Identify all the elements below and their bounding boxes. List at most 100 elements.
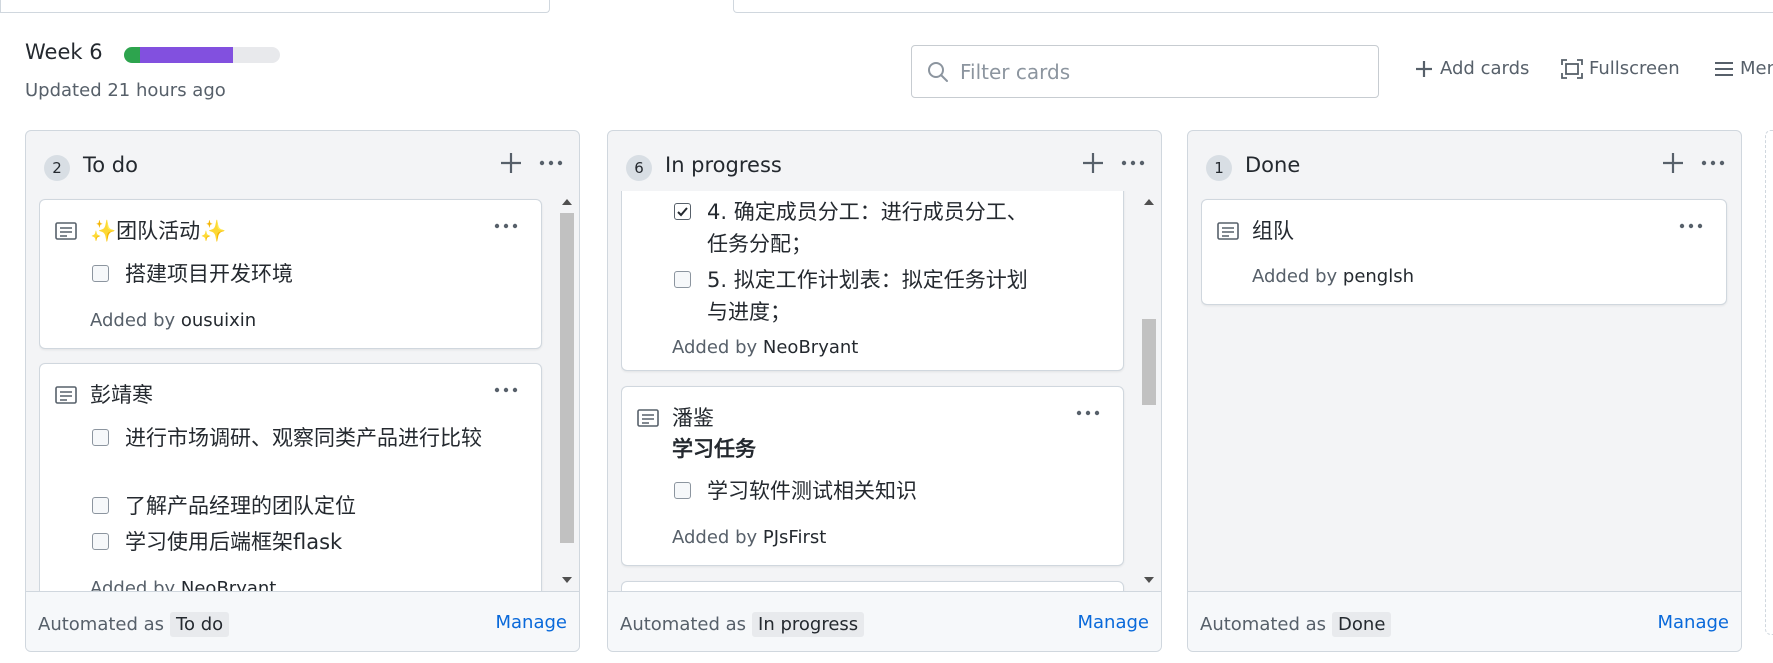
card[interactable]: 潘鉴 学习任务 学习软件测试相关知识 Added by PJsFirst <box>621 386 1124 566</box>
added-by-user[interactable]: penglsh <box>1343 266 1414 287</box>
scroll-up-icon[interactable] <box>562 199 572 205</box>
task-checkbox[interactable] <box>92 429 109 446</box>
task-item: 搭建项目开发环境 <box>92 258 492 290</box>
task-checkbox[interactable] <box>674 271 691 288</box>
automated-label: Automated as <box>1200 614 1327 635</box>
fullscreen-button[interactable]: Fullscreen <box>1561 58 1680 79</box>
task-text: 学习使用后端框架flask <box>125 530 343 554</box>
menu-button[interactable]: Men <box>1714 58 1773 79</box>
card-added-by: Added by NeoBryant <box>672 337 858 358</box>
add-card-plus-icon[interactable] <box>496 148 526 178</box>
card-more-icon[interactable] <box>1676 216 1706 236</box>
added-by-label: Added by <box>90 578 176 592</box>
progress-inprogress-segment <box>140 47 234 63</box>
automation-status: Automated as To do <box>38 612 230 637</box>
automated-label: Automated as <box>620 614 747 635</box>
card-subtitle: 学习任务 <box>672 437 756 461</box>
add-cards-button[interactable]: Add cards <box>1414 58 1529 79</box>
note-icon <box>55 386 77 404</box>
column-name: Done <box>1245 153 1301 177</box>
sparkles-icon: ✨ <box>90 219 117 243</box>
task-text: 搭建项目开发环境 <box>125 262 293 286</box>
column-todo: 2 To do ✨团队活动✨ 搭建项目开发环境 Added by ousuixi… <box>25 130 580 652</box>
progress-done-segment <box>124 47 141 63</box>
manage-link[interactable]: Manage <box>496 612 568 633</box>
added-by-user[interactable]: NeoBryant <box>763 337 858 358</box>
card-added-by: Added by NeoBryant <box>90 578 276 592</box>
added-by-label: Added by <box>672 337 758 358</box>
scroll-down-icon[interactable] <box>562 577 572 583</box>
top-tab-right[interactable] <box>733 0 1773 13</box>
add-card-plus-icon[interactable] <box>1078 148 1108 178</box>
column-in-progress: 6 In progress 4. 确定成员分工：进行成员分工、任务分配； 5. … <box>607 130 1162 652</box>
card[interactable]: 4. 确定成员分工：进行成员分工、任务分配； 5. 拟定工作计划表：拟定任务计划… <box>621 191 1124 371</box>
card-title: 组队 <box>1252 219 1294 243</box>
project-title: Week 6 <box>25 40 103 64</box>
added-by-label: Added by <box>1252 266 1338 287</box>
card-more-icon[interactable] <box>491 216 521 236</box>
card-title: 彭靖寒 <box>90 383 153 407</box>
column-more-icon[interactable] <box>536 151 566 175</box>
automation-chip: To do <box>170 612 230 637</box>
column-name: To do <box>83 153 138 177</box>
card[interactable]: ✨团队活动✨ 搭建项目开发环境 Added by ousuixin <box>39 199 542 349</box>
column-footer: Automated as To do Manage <box>26 591 579 651</box>
project-progress-bar <box>124 47 280 63</box>
scroll-up-icon[interactable] <box>1144 199 1154 205</box>
column-header: 6 In progress <box>608 131 1161 191</box>
task-checkbox[interactable] <box>674 482 691 499</box>
added-by-user[interactable]: NeoBryant <box>181 578 276 592</box>
task-checkbox[interactable] <box>92 265 109 282</box>
task-checkbox[interactable] <box>92 533 109 550</box>
scroll-thumb[interactable] <box>1142 319 1156 405</box>
automation-status: Automated as In progress <box>620 612 865 637</box>
task-text: 进行市场调研、观察同类产品进行比较 <box>125 426 482 450</box>
task-checkbox-checked[interactable] <box>674 203 691 220</box>
search-icon <box>928 61 948 82</box>
card-more-icon[interactable] <box>491 380 521 400</box>
column-cards-area: ✨团队活动✨ 搭建项目开发环境 Added by ousuixin 彭靖寒 进行… <box>39 191 555 592</box>
column-card-count: 6 <box>626 155 652 181</box>
plus-icon <box>1416 60 1432 77</box>
column-footer: Automated as In progress Manage <box>608 591 1161 651</box>
manage-link[interactable]: Manage <box>1078 612 1150 633</box>
task-item: 5. 拟定工作计划表：拟定任务计划与进度； <box>674 264 1044 328</box>
added-by-label: Added by <box>672 527 758 548</box>
task-checkbox[interactable] <box>92 497 109 514</box>
hamburger-icon <box>1715 61 1733 76</box>
fullscreen-label: Fullscreen <box>1589 58 1680 79</box>
column-more-icon[interactable] <box>1118 151 1148 175</box>
automation-chip: Done <box>1332 612 1392 637</box>
scroll-thumb[interactable] <box>560 213 574 543</box>
column-card-count: 1 <box>1206 155 1232 181</box>
column-scrollbar[interactable] <box>1139 191 1159 591</box>
column-scrollbar[interactable] <box>557 191 577 591</box>
menu-label: Men <box>1740 58 1773 79</box>
card-title-text: 团队活动 <box>116 219 201 243</box>
add-card-plus-icon[interactable] <box>1658 148 1688 178</box>
note-icon <box>1217 222 1239 240</box>
added-by-user[interactable]: PJsFirst <box>763 527 826 548</box>
scroll-down-icon[interactable] <box>1144 577 1154 583</box>
filter-cards-box[interactable] <box>911 45 1379 98</box>
checkmark-icon <box>677 207 688 217</box>
column-card-count: 2 <box>44 155 70 181</box>
card[interactable]: 彭靖寒 进行市场调研、观察同类产品进行比较 了解产品经理的团队定位 学习使用后端… <box>39 363 542 592</box>
task-text: 4. 确定成员分工：进行成员分工、任务分配； <box>707 200 1028 256</box>
card-more-icon[interactable] <box>1073 403 1103 423</box>
add-column-placeholder[interactable] <box>1765 130 1773 635</box>
column-cards-area: 4. 确定成员分工：进行成员分工、任务分配； 5. 拟定工作计划表：拟定任务计划… <box>621 191 1137 592</box>
manage-link[interactable]: Manage <box>1658 612 1730 633</box>
top-tab-strip <box>0 0 1773 14</box>
top-tab-left[interactable] <box>0 0 550 13</box>
filter-cards-input[interactable] <box>960 59 1340 84</box>
automation-chip: In progress <box>752 612 865 637</box>
column-name: In progress <box>665 153 782 177</box>
card[interactable]: 组队 Added by penglsh <box>1201 199 1727 305</box>
add-cards-label: Add cards <box>1440 58 1530 79</box>
column-more-icon[interactable] <box>1698 151 1728 175</box>
added-by-user[interactable]: ousuixin <box>181 310 256 331</box>
column-done: 1 Done 组队 Added by penglsh Automated as … <box>1187 130 1742 652</box>
added-by-label: Added by <box>90 310 176 331</box>
task-text: 5. 拟定工作计划表：拟定任务计划与进度； <box>707 268 1028 324</box>
